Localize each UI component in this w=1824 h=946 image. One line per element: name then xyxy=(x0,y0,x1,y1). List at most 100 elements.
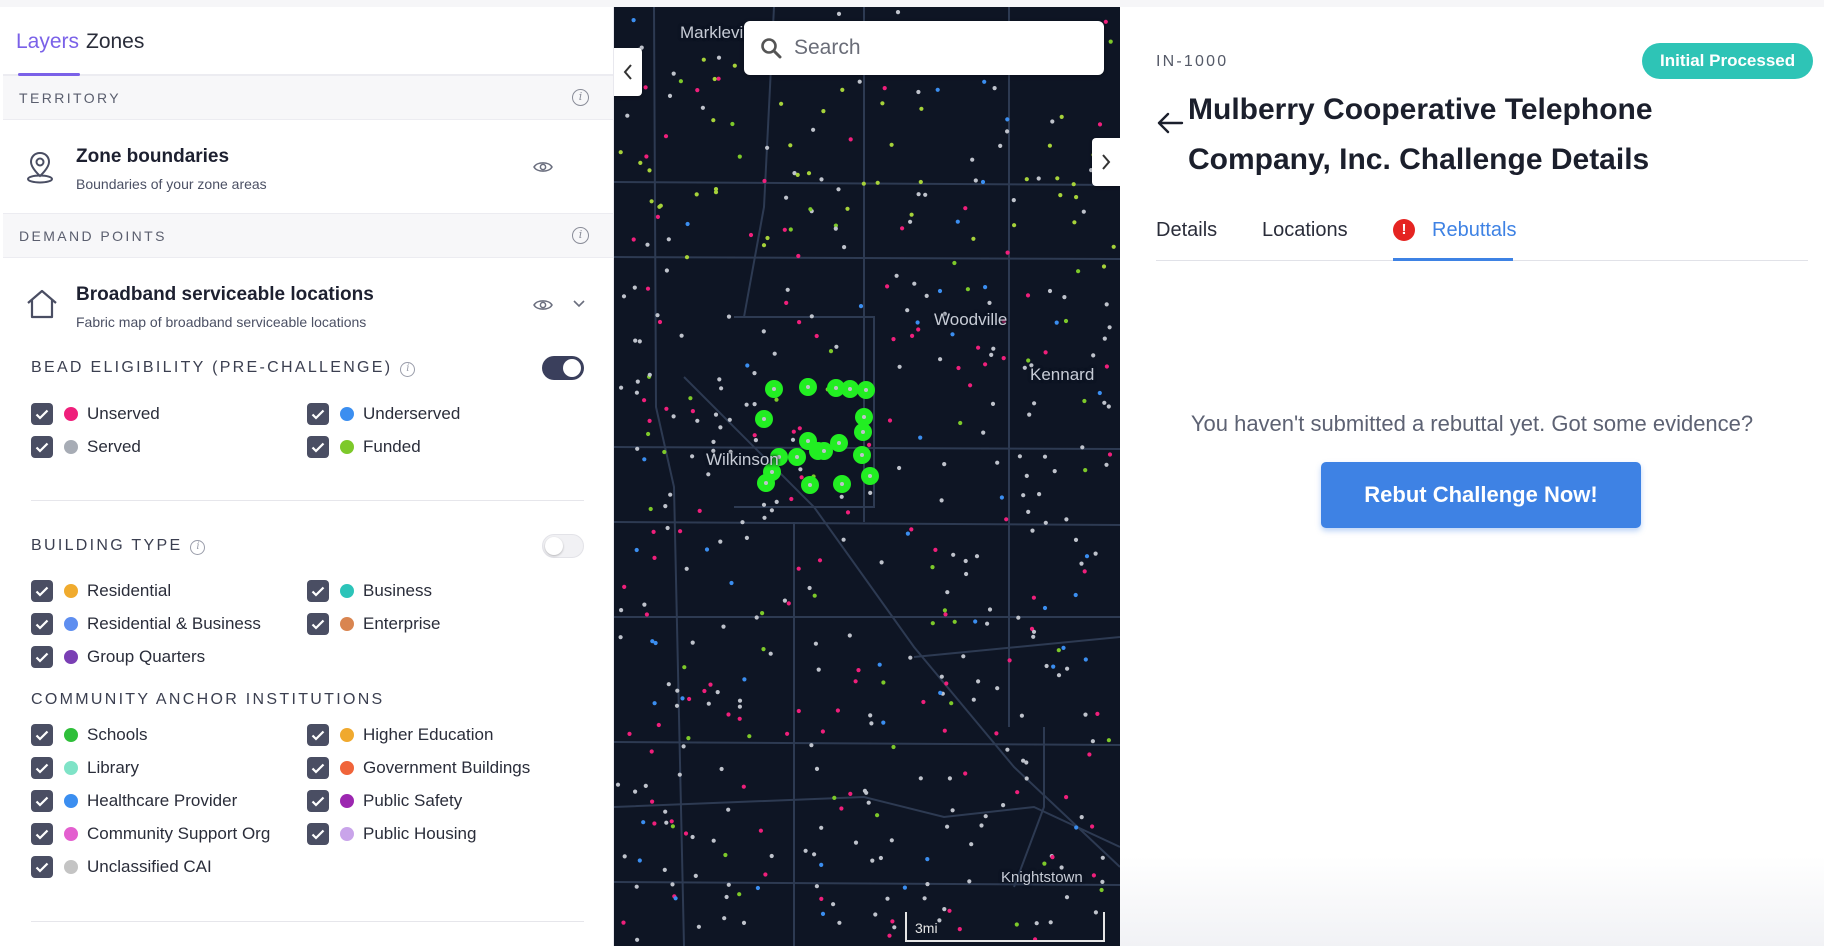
location-dot xyxy=(649,199,654,204)
checkbox-checked[interactable] xyxy=(307,757,329,779)
checkmark-icon xyxy=(311,619,325,630)
map-view[interactable]: Markleville Woodville Kennard Wilkinson … xyxy=(614,7,1120,946)
filter-group-quarters[interactable]: Group Quarters xyxy=(31,645,205,669)
info-icon[interactable]: i xyxy=(400,362,416,377)
filter-unclassified-cai[interactable]: Unclassified CAI xyxy=(31,855,212,879)
location-dot xyxy=(857,79,862,84)
building-type-toggle[interactable] xyxy=(542,534,584,558)
location-dot xyxy=(700,105,705,110)
filter-business[interactable]: Business xyxy=(307,579,432,603)
filter-schools[interactable]: Schools xyxy=(31,723,147,747)
location-dot xyxy=(1024,776,1029,781)
filter-healthcare-provider[interactable]: Healthcare Provider xyxy=(31,789,237,813)
location-dot xyxy=(711,838,716,843)
zone-boundaries-layer[interactable]: Zone boundaries Boundaries of your zone … xyxy=(3,120,613,214)
location-dot xyxy=(897,364,902,369)
checkbox-checked[interactable] xyxy=(307,436,329,458)
collapse-right-button[interactable] xyxy=(1092,138,1120,186)
collapse-left-button[interactable] xyxy=(614,48,642,96)
checkbox-checked[interactable] xyxy=(31,436,53,458)
location-dot xyxy=(727,417,732,422)
location-dot xyxy=(779,101,784,106)
checkbox-checked[interactable] xyxy=(31,580,53,602)
bead-eligibility-toggle[interactable] xyxy=(542,356,584,380)
filter-government-buildings[interactable]: Government Buildings xyxy=(307,756,530,780)
rebut-challenge-button[interactable]: Rebut Challenge Now! xyxy=(1321,462,1641,528)
location-dot xyxy=(1056,648,1061,653)
legend-color-dot xyxy=(340,794,354,808)
visibility-eye-icon[interactable] xyxy=(533,160,553,174)
location-dot xyxy=(1104,302,1109,307)
filter-served[interactable]: Served xyxy=(31,435,141,459)
location-dot xyxy=(670,882,675,887)
filter-funded[interactable]: Funded xyxy=(307,435,421,459)
active-tab-indicator xyxy=(1393,258,1513,261)
checkbox-checked[interactable] xyxy=(307,790,329,812)
filter-residential[interactable]: Residential xyxy=(31,579,171,603)
checkbox-checked[interactable] xyxy=(307,580,329,602)
location-dot xyxy=(742,677,747,682)
broadband-locations-layer[interactable]: Broadband serviceable locations Fabric m… xyxy=(3,258,613,352)
filter-community-support-org[interactable]: Community Support Org xyxy=(31,822,270,846)
location-dot xyxy=(729,580,734,586)
filter-underserved[interactable]: Underserved xyxy=(307,402,460,426)
search-input[interactable] xyxy=(794,36,1074,60)
location-dot xyxy=(845,206,850,211)
filter-unserved[interactable]: Unserved xyxy=(31,402,160,426)
checkbox-checked[interactable] xyxy=(307,613,329,635)
location-dot xyxy=(840,482,844,486)
checkbox-checked[interactable] xyxy=(31,403,53,425)
location-dot xyxy=(820,729,825,734)
checkbox-checked[interactable] xyxy=(31,790,53,812)
checkbox-checked[interactable] xyxy=(31,856,53,878)
location-dot xyxy=(842,245,847,250)
filter-public-safety[interactable]: Public Safety xyxy=(307,789,462,813)
location-dot xyxy=(752,371,757,376)
challenged-locations[interactable] xyxy=(755,378,879,494)
filter-public-housing[interactable]: Public Housing xyxy=(307,822,476,846)
location-dot xyxy=(761,243,767,248)
filter-residential-and-business[interactable]: Residential & Business xyxy=(31,612,261,636)
back-arrow-icon[interactable] xyxy=(1156,111,1184,135)
filter-enterprise[interactable]: Enterprise xyxy=(307,612,440,636)
location-dot xyxy=(919,106,924,111)
info-icon[interactable]: i xyxy=(190,540,206,555)
checkbox-checked[interactable] xyxy=(31,724,53,746)
info-icon[interactable]: i xyxy=(572,227,589,244)
location-dot xyxy=(648,506,653,512)
filter-label: Government Buildings xyxy=(363,758,531,777)
location-dot xyxy=(1065,666,1070,671)
info-icon[interactable]: i xyxy=(572,89,589,106)
location-dot xyxy=(922,896,927,901)
tab-rebuttals[interactable]: Rebuttals xyxy=(1432,219,1517,242)
tab-zones[interactable]: Zones xyxy=(86,30,144,54)
checkbox-checked[interactable] xyxy=(307,823,329,845)
filter-label: Unclassified CAI xyxy=(87,857,212,876)
filter-library[interactable]: Library xyxy=(31,756,139,780)
location-dot xyxy=(671,71,676,76)
location-dot xyxy=(875,180,880,185)
location-dot xyxy=(695,418,700,423)
location-dot xyxy=(923,192,928,197)
checkbox-checked[interactable] xyxy=(31,646,53,668)
checkbox-checked[interactable] xyxy=(31,757,53,779)
location-dot xyxy=(1091,873,1096,878)
filter-label: Residential xyxy=(87,581,172,600)
location-dot xyxy=(1047,288,1053,294)
checkbox-checked[interactable] xyxy=(307,403,329,425)
map-search[interactable] xyxy=(744,21,1104,75)
tab-layers[interactable]: Layers xyxy=(16,30,79,54)
location-dot xyxy=(1104,462,1109,467)
visibility-eye-icon[interactable] xyxy=(533,298,553,312)
location-dot xyxy=(942,907,947,912)
location-dot xyxy=(761,502,767,507)
filter-higher-education[interactable]: Higher Education xyxy=(307,723,493,747)
checkbox-checked[interactable] xyxy=(307,724,329,746)
location-dot xyxy=(918,435,923,440)
checkbox-checked[interactable] xyxy=(31,823,53,845)
checkbox-checked[interactable] xyxy=(31,613,53,635)
chevron-down-icon[interactable] xyxy=(572,298,586,308)
tab-details[interactable]: Details xyxy=(1156,219,1217,242)
tab-locations[interactable]: Locations xyxy=(1262,219,1348,242)
map-canvas[interactable] xyxy=(614,7,1120,946)
